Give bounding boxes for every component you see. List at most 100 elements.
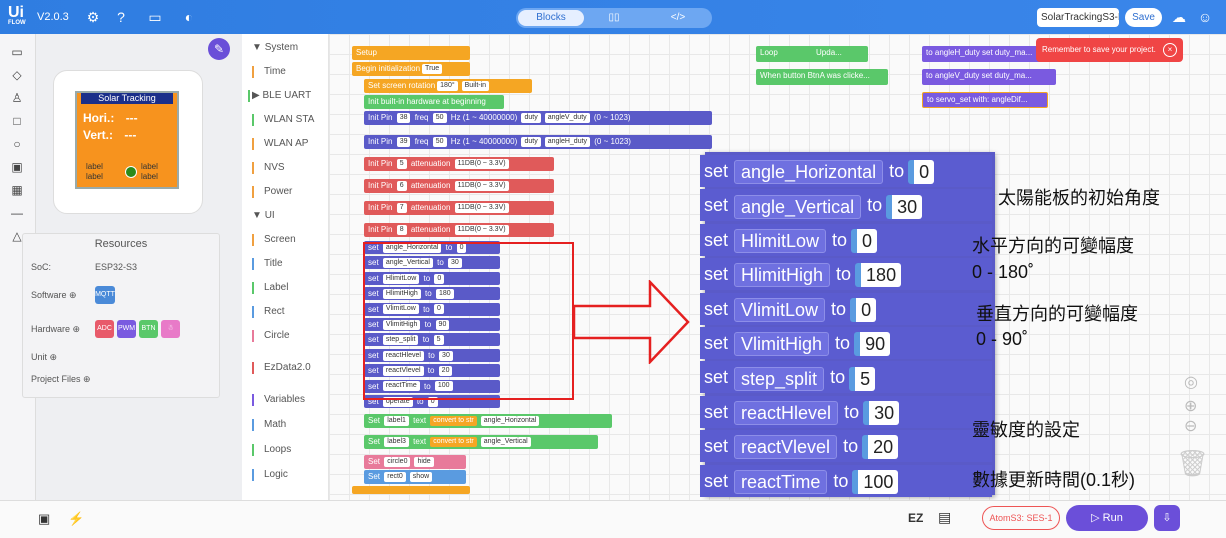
run-button[interactable]: ▷ Run	[1066, 505, 1148, 531]
save-button[interactable]: Save	[1125, 8, 1162, 27]
zoom-out-icon[interactable]: ⊖	[1184, 416, 1197, 436]
ezdata-icon[interactable]: EZ	[908, 511, 923, 525]
device-select-button[interactable]: AtomS3: SES-1	[982, 506, 1060, 530]
tab-split[interactable]: ▯▯	[582, 10, 646, 26]
init-pin-block[interactable]: Init Pin 38 freq 50 Hz (1 ~ 40000000) du…	[364, 111, 712, 125]
view-switcher: Blocks ▯▯ </>	[516, 8, 712, 28]
tag-icon[interactable]: ◇	[9, 67, 25, 83]
project-name-input[interactable]: SolarTrackingS3-I	[1037, 8, 1119, 27]
adc-block[interactable]: Init Pin 6 attenuation 11DB(0 ~ 3.3V)	[364, 179, 554, 193]
init-pin-block[interactable]: Init Pin 39 freq 50 Hz (1 ~ 40000000) du…	[364, 135, 712, 149]
close-icon[interactable]: ×	[1163, 43, 1177, 57]
rotation-block[interactable]: Set screen rotation 180° Built-in	[364, 79, 532, 93]
tab-blocks[interactable]: Blocks	[518, 10, 584, 26]
save-reminder-toast: Remember to save your project. ×	[1036, 38, 1183, 62]
category-wlan-sta[interactable]: WLAN STA	[248, 110, 314, 130]
firmware-icon[interactable]: ⚡	[68, 511, 84, 527]
top-bar: Ui FLOW V2.0.3 ⚙ ? ▭ ◐ Blocks ▯▯ </> Sola…	[0, 0, 1226, 34]
category-variables[interactable]: Variables	[248, 390, 305, 410]
download-icon[interactable]: ⇩	[1154, 505, 1180, 531]
category-title[interactable]: Title	[248, 254, 283, 274]
category-time[interactable]: Time	[248, 62, 286, 82]
wand-icon[interactable]: ✎	[208, 38, 230, 60]
planet-icon[interactable]: ◐	[180, 8, 198, 26]
add-hardware-icon[interactable]: ⊕	[73, 324, 81, 334]
function-block[interactable]: to servo_set with: angleDif...	[922, 92, 1048, 108]
zoomed-set-block: set VlimitLow to 0	[700, 292, 992, 325]
circle-icon[interactable]: ○	[9, 136, 25, 152]
category-ble[interactable]: ▶ BLE UART	[248, 86, 311, 106]
pwm-chip[interactable]: PWM	[117, 320, 136, 338]
label-set-block[interactable]: Set label3 text convert to str angle_Vert…	[364, 435, 598, 449]
add-unit-icon[interactable]: ⊕	[50, 352, 58, 362]
annotation: 0 - 180˚	[972, 262, 1035, 282]
circle-set-block[interactable]: Set circle0 hide	[364, 455, 466, 469]
rect-set-block[interactable]: Set rect0 show	[364, 470, 466, 484]
zoom-in-icon[interactable]: ⊕	[1184, 396, 1197, 416]
category-ezdata[interactable]: EzData2.0	[248, 358, 311, 378]
category-math[interactable]: Math	[248, 415, 286, 435]
function-block[interactable]: to angleH_duty set duty_ma...	[922, 46, 1042, 62]
category-circle[interactable]: Circle	[248, 326, 290, 346]
category-logic[interactable]: Logic	[248, 465, 288, 485]
btn-chip[interactable]: BTN	[139, 320, 158, 338]
soc-label: SoC:	[31, 262, 52, 272]
category-power[interactable]: Power	[248, 182, 292, 202]
category-screen[interactable]: Screen	[248, 230, 296, 250]
project-files-label: Project Files	[31, 374, 81, 384]
settings-icon[interactable]: ⚙	[84, 8, 102, 26]
folder-icon[interactable]: ▭	[146, 8, 164, 26]
annotation: 水平方向的可變幅度	[972, 236, 1134, 256]
unit-chip[interactable]: ☃	[161, 320, 180, 338]
image2-icon[interactable]: ▦	[9, 182, 25, 198]
mqtt-chip[interactable]: MQTT	[95, 286, 115, 304]
annotation: 靈敏度的設定	[972, 420, 1080, 440]
terminal-icon[interactable]: ▣	[38, 511, 50, 527]
add-file-icon[interactable]: ⊕	[83, 374, 91, 384]
setup-block[interactable]: Setup	[352, 46, 470, 60]
category-ui[interactable]: ▼ UI	[248, 206, 275, 226]
avatar[interactable]: ☺	[1196, 8, 1214, 26]
adc-block[interactable]: Init Pin 5 attenuation 11DB(0 ~ 3.3V)	[364, 157, 554, 171]
adc-block[interactable]: Init Pin 7 attenuation 11DB(0 ~ 3.3V)	[364, 201, 554, 215]
zoomed-set-block: set reactVlevel to 20	[700, 430, 992, 463]
button-event-block[interactable]: When button BtnA was clicke...	[756, 69, 888, 85]
zoomed-set-block: set HlimitHigh to 180	[700, 258, 992, 291]
adc-chip[interactable]: ADC	[95, 320, 114, 338]
label-set-block[interactable]: Set label1 text convert to str angle_Hori…	[364, 414, 612, 428]
function-block[interactable]: to angleV_duty set duty_ma...	[922, 69, 1056, 85]
zoomed-set-block: set reactHlevel to 30	[700, 395, 992, 428]
category-label[interactable]: Label	[248, 278, 288, 298]
label-widget: label	[141, 162, 158, 171]
line-icon[interactable]: —	[9, 205, 25, 221]
category-system[interactable]: ▼ System	[248, 38, 298, 58]
vert-value: ---	[124, 128, 137, 142]
center-icon[interactable]: ◎	[1184, 372, 1198, 392]
screen-icon[interactable]: ▭	[9, 44, 25, 60]
category-wlan-ap[interactable]: WLAN AP	[248, 134, 308, 154]
device-icon[interactable]: ▤	[938, 509, 951, 526]
person-icon[interactable]: ♙	[9, 90, 25, 106]
loop-block[interactable]: Loop Upda...	[756, 46, 868, 62]
begin-block[interactable]: Begin initialization True	[352, 62, 470, 76]
annotation: 垂直方向的可變幅度	[976, 304, 1138, 324]
zoomed-set-block: set VlimitHigh to 90	[700, 327, 992, 359]
device-preview: Solar Tracking Hori.: --- Vert.: --- lab…	[53, 70, 203, 214]
setup-block-end	[352, 486, 470, 494]
tab-code[interactable]: </>	[646, 10, 710, 26]
category-nvs[interactable]: NVS	[248, 158, 285, 178]
trash-icon[interactable]: 🗑	[1176, 448, 1209, 479]
cloud-icon[interactable]: ☁	[1170, 8, 1188, 26]
adc-block[interactable]: Init Pin 8 attenuation 11DB(0 ~ 3.3V)	[364, 223, 554, 237]
annotation: 0 - 90˚	[976, 329, 1029, 349]
app-logo: Ui FLOW	[8, 4, 26, 27]
add-software-icon[interactable]: ⊕	[69, 290, 77, 300]
image-icon[interactable]: ▣	[9, 159, 25, 175]
category-loops[interactable]: Loops	[248, 440, 291, 460]
hori-label: Hori.:	[83, 111, 115, 125]
init-hw-block[interactable]: Init built-in hardware at beginning	[364, 95, 504, 109]
hardware-label: Hardware	[31, 324, 71, 334]
category-rect[interactable]: Rect	[248, 302, 285, 322]
help-icon[interactable]: ?	[112, 8, 130, 26]
rect-icon[interactable]: □	[9, 113, 25, 129]
